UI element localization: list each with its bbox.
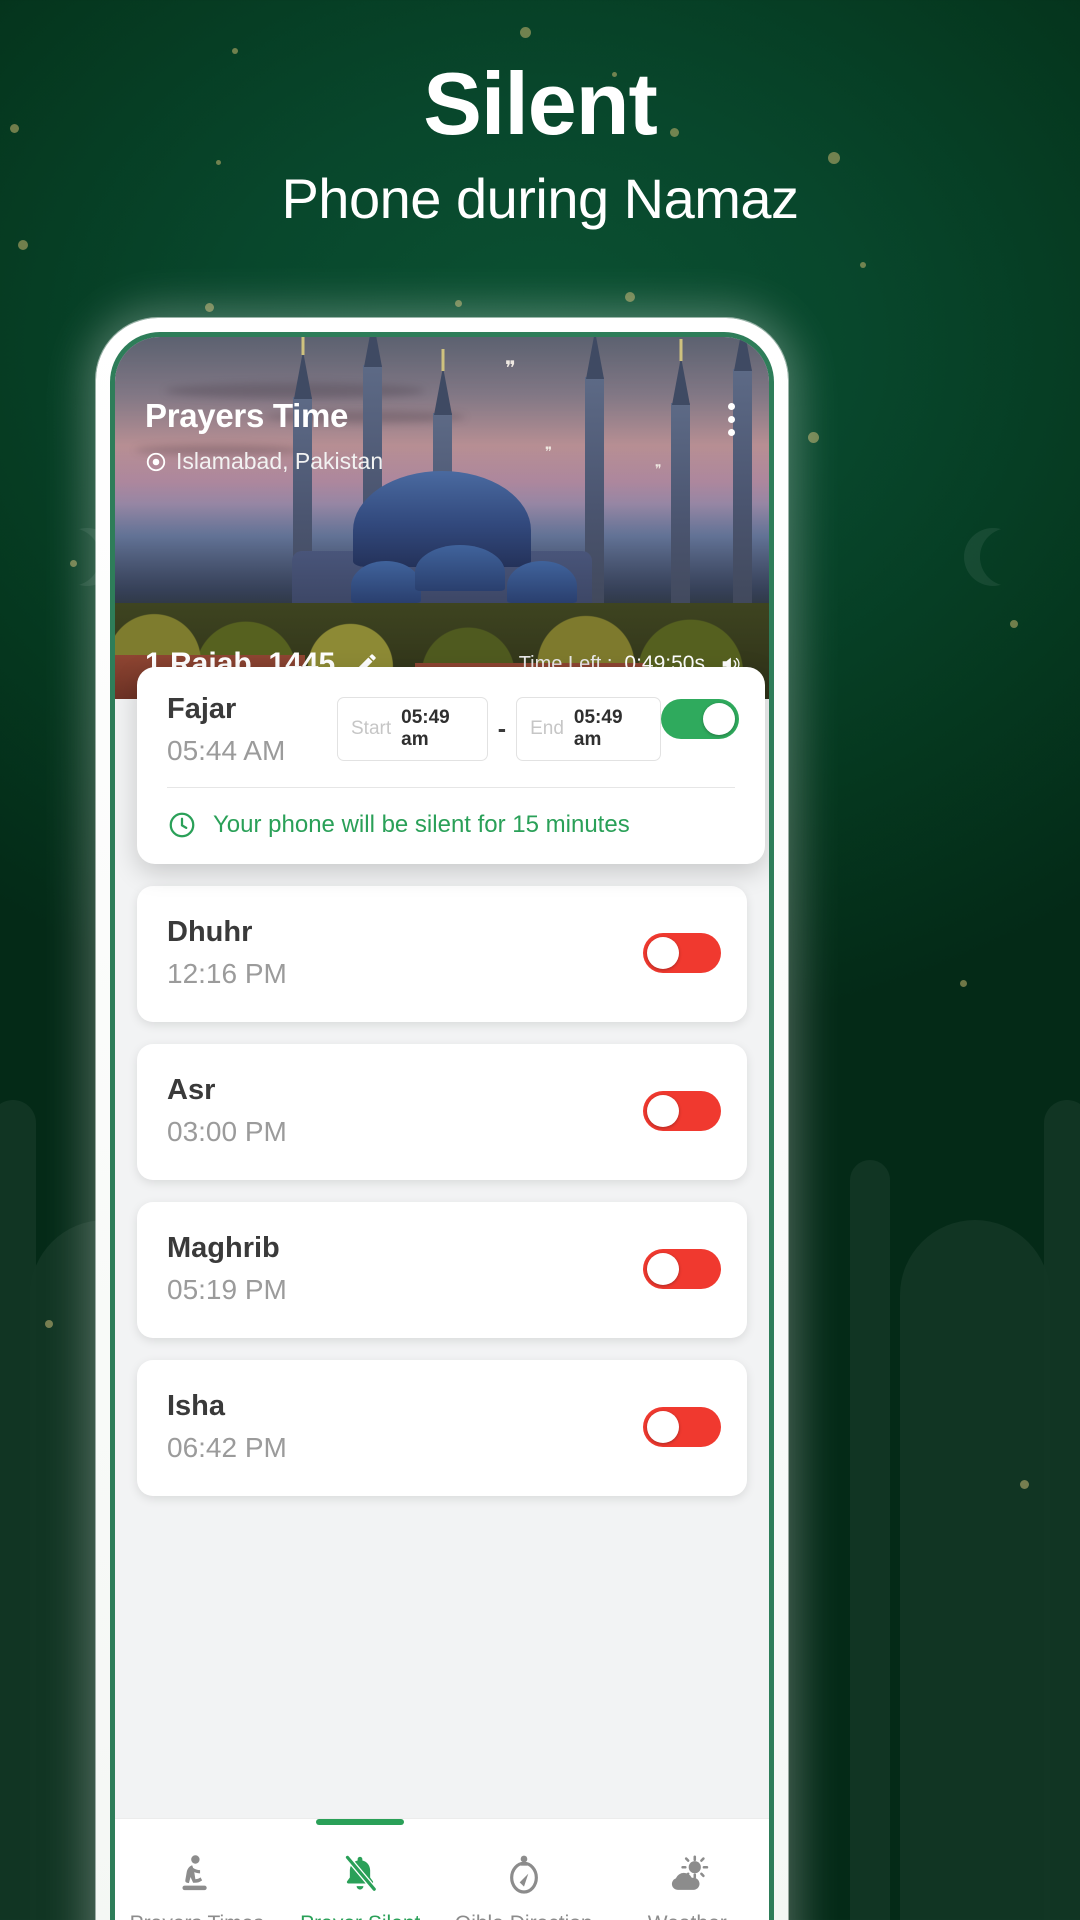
prayer-time: 03:00 PM — [167, 1116, 287, 1147]
prayer-name: Isha — [167, 1390, 226, 1422]
location-pin-icon — [146, 452, 166, 471]
start-time-value: 05:49 am — [401, 707, 450, 750]
prayer-card-featured[interactable]: Fajar 05:44 AM Start 05:49 am - End 05:4… — [137, 667, 765, 864]
prayer-time: 05:19 PM — [167, 1274, 287, 1305]
compass-icon — [501, 1852, 547, 1898]
nav-label: Prayers Times — [130, 1912, 264, 1920]
kebab-menu-icon[interactable] — [718, 397, 745, 475]
silent-toggle[interactable] — [643, 1249, 721, 1289]
prayer-card[interactable]: Dhuhr 12:16 PM — [137, 886, 747, 1022]
silent-toggle[interactable] — [643, 1091, 721, 1131]
page-title: Prayers Time — [145, 397, 349, 434]
active-tab-indicator — [316, 1819, 405, 1825]
silent-toggle[interactable] — [661, 699, 739, 739]
end-time-value: 05:49 am — [573, 707, 623, 750]
featured-prayer-info: Fajar 05:44 AM — [167, 693, 337, 767]
nav-label: Qibla Direction — [455, 1912, 593, 1920]
silent-range-group: Start 05:49 am - End 05:49 am — [337, 697, 661, 761]
prayer-card[interactable]: Maghrib 05:19 PM — [137, 1202, 747, 1338]
phone-mockup: ❞ ❞ ❞ Prayers Time Islamabad, Pakistan 1… — [96, 318, 788, 1920]
location-label: Islamabad, Pakistan — [176, 448, 384, 474]
start-time-placeholder: Start — [351, 718, 392, 739]
prayer-card[interactable]: Asr 03:00 PM — [137, 1044, 747, 1180]
prayer-name: Maghrib — [167, 1232, 280, 1264]
hero-image: ❞ ❞ ❞ Prayers Time Islamabad, Pakistan 1… — [115, 337, 769, 699]
end-time-placeholder: End — [530, 718, 564, 739]
sun-cloud-icon — [664, 1852, 710, 1898]
prayer-name: Dhuhr — [167, 916, 253, 948]
silent-toggle[interactable] — [643, 1407, 721, 1447]
promo-headline-sub: Phone during Namaz — [281, 167, 799, 231]
location-row: Islamabad, Pakistan — [145, 448, 383, 475]
nav-item-prayers-times[interactable]: Prayers Times — [115, 1819, 279, 1920]
bird-icon: ❞ — [505, 358, 516, 380]
nav-label: Weather — [648, 1912, 727, 1920]
prayer-name: Asr — [167, 1074, 216, 1106]
praying-person-icon — [174, 1852, 220, 1898]
promo-headline: Silent Phone during Namaz — [0, 54, 1080, 231]
nav-item-weather[interactable]: Weather — [606, 1819, 770, 1920]
start-time-field[interactable]: Start 05:49 am — [337, 697, 488, 761]
nav-item-prayer-silent[interactable]: Prayer Silent — [279, 1819, 443, 1920]
prayer-time: 05:44 AM — [167, 735, 286, 766]
clock-icon — [169, 812, 195, 838]
bell-off-icon — [337, 1852, 383, 1898]
promo-headline-main: Silent — [423, 54, 658, 153]
end-time-field[interactable]: End 05:49 am — [516, 697, 661, 761]
bottom-navigation: Prayers Times Prayer Silent — [115, 1818, 769, 1920]
silent-toggle[interactable] — [643, 933, 721, 973]
range-separator: - — [497, 714, 507, 743]
silent-note-text: Your phone will be silent for 15 minutes — [213, 811, 630, 838]
prayer-card[interactable]: Isha 06:42 PM — [137, 1360, 747, 1496]
nav-item-qibla-direction[interactable]: Qibla Direction — [442, 1819, 606, 1920]
prayer-name: Fajar — [167, 693, 237, 725]
phone-screen: ❞ ❞ ❞ Prayers Time Islamabad, Pakistan 1… — [110, 332, 774, 1920]
prayer-list: Fajar 05:44 AM Start 05:49 am - End 05:4… — [115, 667, 769, 1496]
nav-label: Prayer Silent — [300, 1912, 420, 1920]
silent-note-row: Your phone will be silent for 15 minutes — [137, 788, 765, 864]
prayer-time: 06:42 PM — [167, 1432, 287, 1463]
prayer-time: 12:16 PM — [167, 958, 287, 989]
hero-header-row: Prayers Time Islamabad, Pakistan — [145, 397, 745, 475]
